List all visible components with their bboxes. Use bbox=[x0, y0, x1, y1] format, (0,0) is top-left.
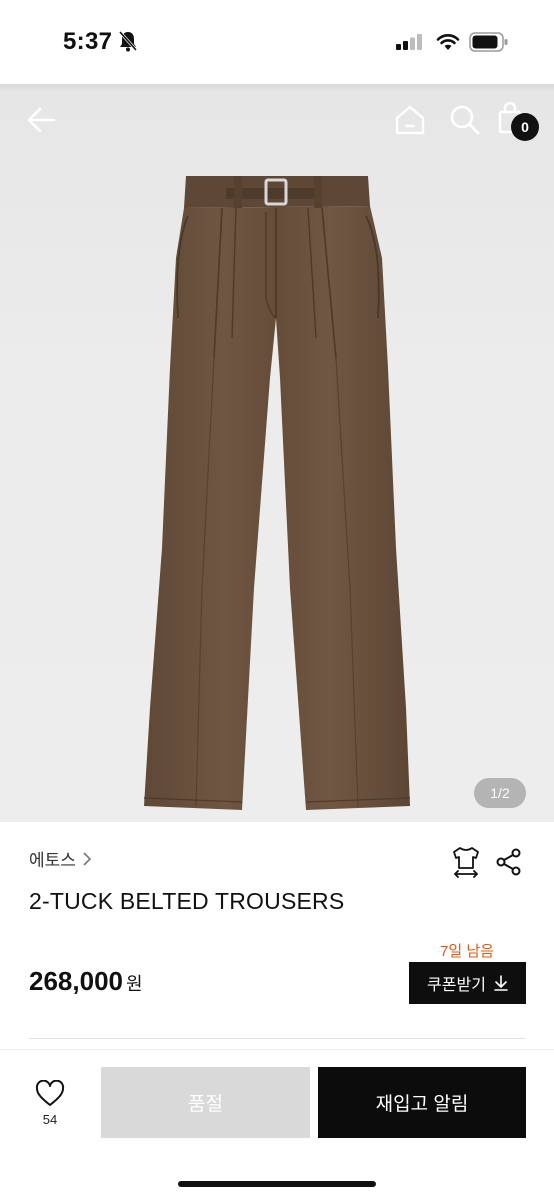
sold-out-label: 품절 bbox=[188, 1094, 223, 1115]
gallery-page-indicator: 1/2 bbox=[474, 778, 526, 808]
chevron-right-icon bbox=[83, 851, 92, 866]
sold-out-button: 품절 bbox=[101, 1067, 310, 1138]
search-icon[interactable] bbox=[449, 104, 481, 136]
coupon-button-label: 쿠폰받기 bbox=[427, 977, 486, 994]
battery-icon bbox=[469, 32, 508, 52]
product-title: 2-TUCK BELTED TROUSERS bbox=[29, 888, 345, 914]
header-shadow bbox=[0, 84, 554, 92]
home-indicator[interactable] bbox=[178, 1181, 376, 1187]
wishlist-count: 54 bbox=[42, 1112, 58, 1127]
signal-icon bbox=[396, 34, 422, 50]
download-icon bbox=[494, 975, 508, 991]
restock-alert-button[interactable]: 재입고 알림 bbox=[318, 1067, 526, 1138]
back-arrow-icon[interactable] bbox=[26, 104, 58, 136]
section-divider bbox=[29, 1038, 526, 1039]
product-photo-trousers bbox=[143, 176, 411, 810]
status-time: 5:37 bbox=[63, 28, 113, 55]
home-icon[interactable] bbox=[394, 104, 426, 136]
heart-icon bbox=[35, 1079, 65, 1106]
wifi-icon bbox=[436, 34, 460, 50]
brand-name: 에토스 bbox=[29, 851, 76, 870]
share-icon[interactable] bbox=[495, 848, 523, 876]
product-gallery[interactable]: 0 1/2 bbox=[0, 84, 554, 822]
price-currency: 원 bbox=[125, 974, 143, 994]
size-fit-icon[interactable] bbox=[451, 846, 481, 878]
coupon-remaining-days: 7일 남음 bbox=[440, 943, 494, 960]
status-bar: 5:37 bbox=[0, 0, 554, 84]
brand-link[interactable]: 에토스 bbox=[29, 846, 92, 871]
wishlist-button[interactable]: 54 bbox=[22, 1068, 78, 1138]
price: 268,000 원 bbox=[29, 966, 143, 997]
restock-alert-label: 재입고 알림 bbox=[375, 1094, 469, 1115]
cart-count-badge[interactable]: 0 bbox=[511, 113, 539, 141]
bell-slash-icon bbox=[118, 31, 138, 52]
price-value: 268,000 bbox=[29, 966, 123, 996]
get-coupon-button[interactable]: 쿠폰받기 bbox=[409, 962, 526, 1004]
